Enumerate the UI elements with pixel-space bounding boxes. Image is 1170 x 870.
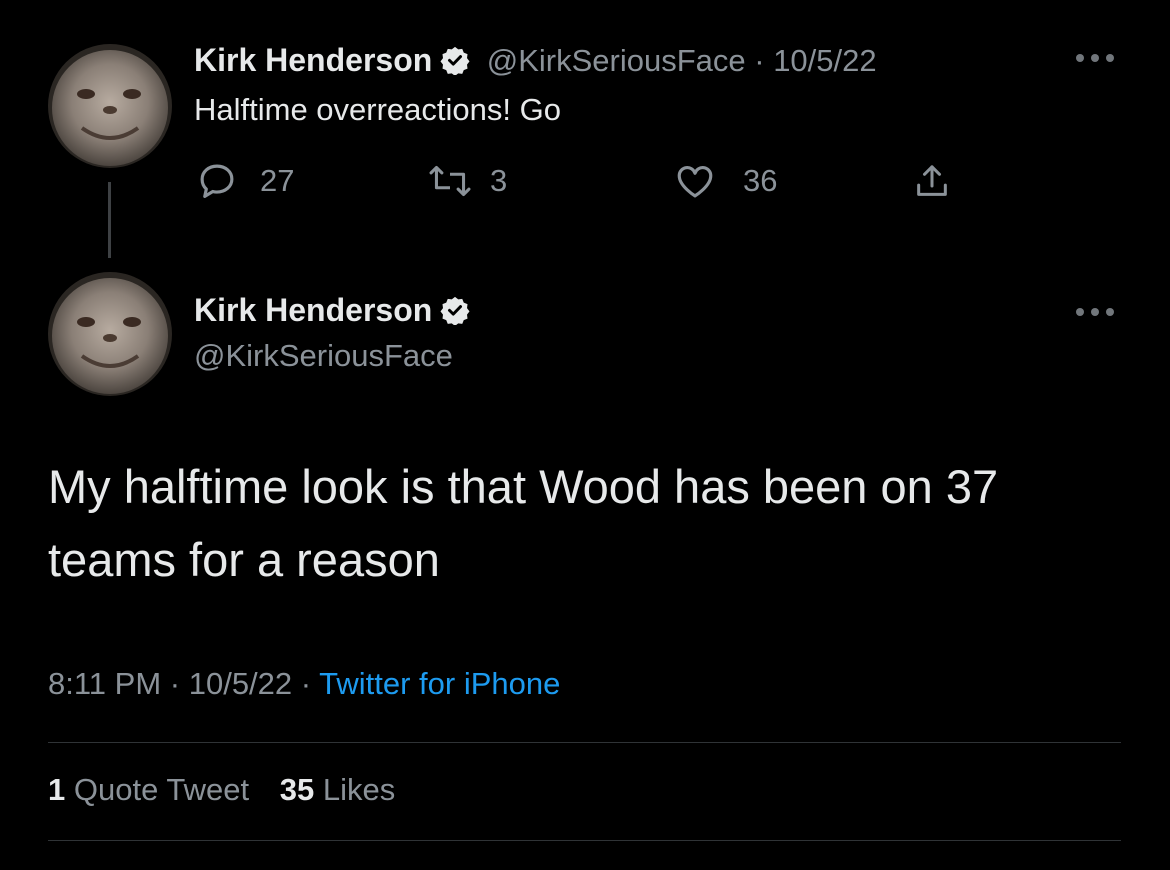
likes-label: Likes <box>322 772 396 807</box>
more-options-icon[interactable] <box>1073 298 1117 332</box>
likes-link[interactable]: 35 Likes <box>280 772 395 807</box>
display-name[interactable]: Kirk Henderson <box>194 42 432 78</box>
tweet-date[interactable]: 10/5/22 <box>189 666 292 701</box>
like-button[interactable]: 36 <box>673 160 777 202</box>
share-icon <box>917 165 947 196</box>
separator: · <box>161 666 189 701</box>
retweet-button[interactable]: 3 <box>428 160 507 202</box>
parent-tweet-header: Kirk Henderson @KirkSeriousFace · 10/5/2… <box>194 42 877 79</box>
source-link[interactable]: Twitter for iPhone <box>319 666 560 701</box>
handle[interactable]: @KirkSeriousFace <box>194 338 453 374</box>
quote-tweets-link[interactable]: 1 Quote Tweet <box>48 772 249 807</box>
like-count: 36 <box>743 163 778 198</box>
parent-tweet-text: Halftime overreactions! Go <box>194 92 561 127</box>
engagement-stats: 1 Quote Tweet 35 Likes <box>48 772 395 808</box>
retweet-icon <box>429 165 471 197</box>
verified-badge-icon <box>440 295 470 326</box>
more-options-icon[interactable] <box>1073 44 1117 78</box>
heart-icon <box>677 166 713 198</box>
like-count: 35 <box>279 772 315 807</box>
verified-badge-icon <box>440 45 470 76</box>
quote-label: Quote Tweet <box>73 772 250 807</box>
thread-connector-line <box>108 182 111 258</box>
main-tweet-header: Kirk Henderson <box>194 292 470 329</box>
reply-count: 27 <box>260 163 295 198</box>
share-button[interactable] <box>912 160 952 202</box>
display-name[interactable]: Kirk Henderson <box>194 292 432 328</box>
divider <box>48 742 1121 743</box>
retweet-count: 3 <box>490 163 508 198</box>
reply-icon <box>200 164 234 198</box>
separator: · <box>745 43 774 78</box>
avatar-parent[interactable] <box>48 44 172 168</box>
quote-count: 1 <box>48 772 66 807</box>
divider <box>48 840 1121 841</box>
reply-button[interactable]: 27 <box>196 160 294 202</box>
separator: · <box>292 666 320 701</box>
avatar-main[interactable] <box>48 272 172 396</box>
tweet-timestamp-row: 8:11 PM · 10/5/22 · Twitter for iPhone <box>48 666 560 702</box>
main-tweet-text: My halftime look is that Wood has been o… <box>48 460 999 586</box>
tweet-time[interactable]: 8:11 PM <box>48 666 161 701</box>
tweet-date[interactable]: 10/5/22 <box>773 43 876 78</box>
handle[interactable]: @KirkSeriousFace <box>487 43 746 78</box>
